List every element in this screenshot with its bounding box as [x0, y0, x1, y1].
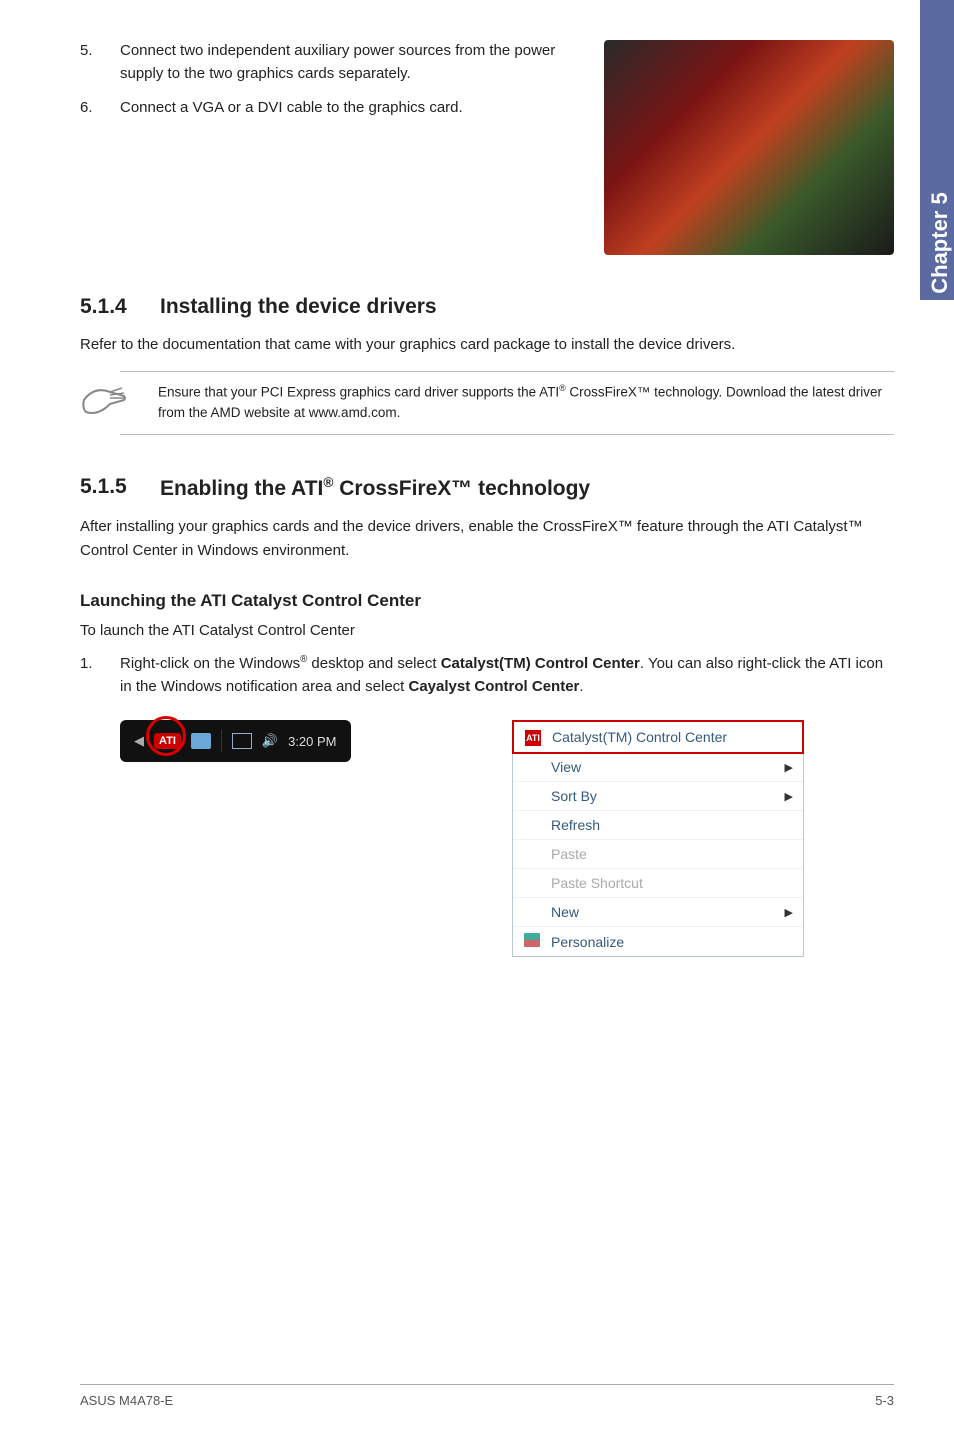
- submenu-arrow-icon: ▶: [785, 906, 793, 919]
- menu-item-refresh[interactable]: Refresh: [513, 811, 803, 840]
- submenu-arrow-icon: ▶: [785, 761, 793, 774]
- chapter-side-tab: Chapter 5: [920, 0, 954, 300]
- step-number: 1.: [80, 653, 120, 698]
- menu-item-label: Personalize: [551, 934, 793, 950]
- computer-icon[interactable]: [232, 733, 252, 749]
- menu-item-paste-shortcut: Paste Shortcut: [513, 869, 803, 898]
- tray-clock[interactable]: 3:20 PM: [288, 734, 336, 749]
- network-status-icon[interactable]: [191, 733, 211, 749]
- step-number: 6.: [80, 97, 120, 120]
- section-title: Installing the device drivers: [160, 295, 437, 319]
- menu-item-label: Sort By: [551, 788, 775, 804]
- section-514-heading: 5.1.4 Installing the device drivers: [80, 295, 894, 319]
- step-text: Connect two independent auxiliary power …: [120, 40, 584, 85]
- system-tray: ◀ ATI 🔊 3:20 PM: [120, 720, 351, 762]
- menu-item-label: Paste Shortcut: [551, 875, 793, 891]
- volume-icon[interactable]: 🔊: [262, 733, 278, 749]
- desktop-context-menu: ATI Catalyst(TM) Control Center View ▶ S…: [512, 720, 804, 957]
- step-number: 5.: [80, 40, 120, 85]
- menu-item-new[interactable]: New ▶: [513, 898, 803, 927]
- tray-expand-icon[interactable]: ◀: [134, 733, 144, 749]
- page-footer: ASUS M4A78-E 5-3: [80, 1384, 894, 1408]
- step-6: 6. Connect a VGA or a DVI cable to the g…: [80, 97, 584, 120]
- personalize-icon: [524, 933, 540, 947]
- step-text: Right-click on the Windows® desktop and …: [120, 653, 894, 698]
- menu-item-personalize[interactable]: Personalize: [513, 927, 803, 956]
- tray-divider: [221, 730, 222, 752]
- note-text: Ensure that your PCI Express graphics ca…: [158, 382, 894, 424]
- step-1-launch: 1. Right-click on the Windows® desktop a…: [80, 653, 894, 698]
- submenu-arrow-icon: ▶: [785, 790, 793, 803]
- step-5: 5. Connect two independent auxiliary pow…: [80, 40, 584, 85]
- step-text: Connect a VGA or a DVI cable to the grap…: [120, 97, 584, 120]
- ati-icon: ATI: [525, 730, 541, 746]
- section-title: Enabling the ATI® CrossFireX™ technology: [160, 475, 590, 501]
- highlight-circle-icon: [146, 716, 186, 756]
- sub-body: To launch the ATI Catalyst Control Cente…: [80, 619, 894, 643]
- section-number: 5.1.5: [80, 475, 160, 501]
- menu-item-view[interactable]: View ▶: [513, 753, 803, 782]
- footer-model: ASUS M4A78-E: [80, 1393, 173, 1408]
- section-514-body: Refer to the documentation that came wit…: [80, 333, 894, 357]
- hardware-photo: [604, 40, 894, 255]
- section-515-body: After installing your graphics cards and…: [80, 515, 894, 563]
- sub-header-launching: Launching the ATI Catalyst Control Cente…: [80, 591, 894, 611]
- chapter-side-label: Chapter 5: [927, 183, 953, 303]
- section-515-heading: 5.1.5 Enabling the ATI® CrossFireX™ tech…: [80, 475, 894, 501]
- menu-item-label: New: [551, 904, 775, 920]
- menu-item-label: View: [551, 759, 775, 775]
- menu-item-sortby[interactable]: Sort By ▶: [513, 782, 803, 811]
- note-hand-icon: [80, 382, 128, 418]
- note-box: Ensure that your PCI Express graphics ca…: [120, 371, 894, 435]
- footer-page-number: 5-3: [875, 1393, 894, 1408]
- section-number: 5.1.4: [80, 295, 160, 319]
- menu-item-catalyst[interactable]: ATI Catalyst(TM) Control Center: [512, 720, 804, 754]
- menu-item-label: Paste: [551, 846, 793, 862]
- menu-item-paste: Paste: [513, 840, 803, 869]
- menu-item-label: Catalyst(TM) Control Center: [552, 729, 792, 745]
- menu-item-label: Refresh: [551, 817, 793, 833]
